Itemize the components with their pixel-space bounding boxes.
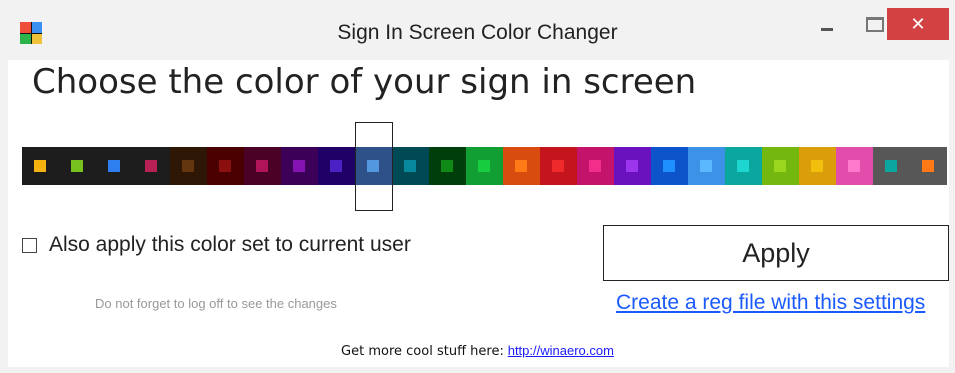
color-swatch-accent (71, 160, 83, 172)
color-swatch-accent (626, 160, 638, 172)
close-icon: ✕ (910, 13, 926, 35)
color-swatch-accent (811, 160, 823, 172)
color-swatch[interactable] (540, 147, 577, 185)
page-heading: Choose the color of your sign in screen (32, 62, 697, 102)
color-swatch[interactable] (799, 147, 836, 185)
color-swatch-accent (922, 160, 934, 172)
color-swatch[interactable] (59, 147, 96, 185)
color-swatch[interactable] (836, 147, 873, 185)
color-swatch-accent (515, 160, 527, 172)
color-swatch[interactable] (688, 147, 725, 185)
color-swatch[interactable] (392, 147, 429, 185)
footer-label: Get more cool stuff here: (341, 344, 504, 359)
create-reg-file-link[interactable]: Create a reg file with this settings (616, 291, 925, 315)
color-swatch[interactable] (651, 147, 688, 185)
color-swatch[interactable] (762, 147, 799, 185)
color-swatch-accent (34, 160, 46, 172)
color-palette (22, 147, 947, 185)
minimize-button[interactable] (810, 8, 844, 40)
color-swatch-accent (219, 160, 231, 172)
color-swatch-accent (700, 160, 712, 172)
color-swatch[interactable] (133, 147, 170, 185)
color-swatch[interactable] (244, 147, 281, 185)
color-swatch-accent (774, 160, 786, 172)
color-swatch-accent (108, 160, 120, 172)
color-swatch-accent (145, 160, 157, 172)
color-swatch-accent (663, 160, 675, 172)
apply-current-user-label[interactable]: Also apply this color set to current use… (49, 233, 411, 257)
color-swatch[interactable] (207, 147, 244, 185)
color-swatch[interactable] (170, 147, 207, 185)
color-swatch-accent (589, 160, 601, 172)
color-swatch-accent (848, 160, 860, 172)
footer: Get more cool stuff here: http://winaero… (0, 342, 955, 359)
color-swatch-accent (552, 160, 564, 172)
selected-color-indicator (355, 122, 393, 211)
color-swatch[interactable] (910, 147, 947, 185)
color-swatch[interactable] (873, 147, 910, 185)
logoff-note: Do not forget to log off to see the chan… (95, 296, 337, 311)
apply-current-user-checkbox[interactable] (22, 237, 37, 253)
color-swatch-accent (293, 160, 305, 172)
color-swatch-accent (256, 160, 268, 172)
color-swatch-accent (885, 160, 897, 172)
color-swatch-accent (737, 160, 749, 172)
color-swatch[interactable] (614, 147, 651, 185)
color-swatch-accent (182, 160, 194, 172)
close-button[interactable]: ✕ (887, 8, 949, 40)
color-swatch[interactable] (96, 147, 133, 185)
color-swatch-accent (478, 160, 490, 172)
color-swatch[interactable] (577, 147, 614, 185)
winaero-link[interactable]: http://winaero.com (508, 343, 614, 358)
title-bar[interactable]: Sign In Screen Color Changer ✕ (0, 0, 955, 60)
color-swatch[interactable] (22, 147, 59, 185)
color-swatch-accent (441, 160, 453, 172)
apply-button[interactable]: Apply (603, 225, 949, 281)
color-swatch[interactable] (725, 147, 762, 185)
color-swatch-accent (330, 160, 342, 172)
color-swatch[interactable] (318, 147, 355, 185)
color-swatch-accent (404, 160, 416, 172)
color-swatch[interactable] (503, 147, 540, 185)
color-swatch[interactable] (281, 147, 318, 185)
apply-current-user-option[interactable]: Also apply this color set to current use… (22, 233, 411, 257)
color-swatch[interactable] (466, 147, 503, 185)
color-swatch[interactable] (429, 147, 466, 185)
